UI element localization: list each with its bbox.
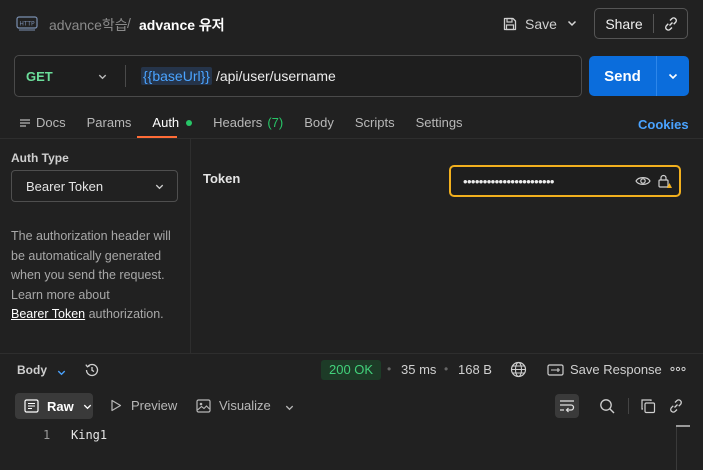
url-path: /api/user/username [215, 68, 336, 84]
visualize-label: Visualize [219, 398, 271, 413]
url-divider [125, 65, 126, 87]
auth-type-label: Auth Type [11, 151, 69, 165]
chevron-down-icon[interactable] [97, 71, 108, 82]
request-tabs: Docs Params Auth Headers (7) Body Script… [19, 115, 484, 130]
auth-type-select[interactable]: Bearer Token [11, 170, 178, 202]
tab-settings[interactable]: Settings [416, 115, 463, 130]
bearer-token-link[interactable]: Bearer Token [11, 307, 85, 321]
auth-description: The authorization header will be automat… [11, 227, 186, 325]
tab-auth-label: Auth [152, 115, 180, 130]
send-options-chevron-icon[interactable] [657, 70, 689, 82]
status-badge[interactable]: 200 OK [321, 360, 382, 380]
raw-label: Raw [47, 398, 74, 414]
history-icon[interactable] [84, 362, 100, 378]
tab-body-label: Body [304, 115, 334, 130]
copy-icon[interactable] [640, 398, 656, 414]
line-number: 1 [43, 428, 51, 442]
lock-warning-icon[interactable] [658, 173, 672, 189]
separator-dot: • [387, 362, 392, 376]
breadcrumb-separator: / [127, 15, 131, 31]
token-input[interactable]: ••••••••••••••••••••••• [449, 165, 681, 197]
chevron-down-icon [155, 184, 164, 189]
tab-body[interactable]: Body [304, 115, 334, 130]
tab-headers-label: Headers [213, 115, 263, 130]
chevron-down-icon[interactable] [56, 367, 67, 378]
globe-icon[interactable] [510, 361, 527, 378]
response-size[interactable]: 168 B [458, 362, 492, 377]
http-method-select[interactable]: GET [26, 69, 53, 84]
url-variable[interactable]: {{baseUrl}} [141, 67, 212, 85]
more-options-icon[interactable] [670, 362, 686, 376]
send-button-group: Send [589, 56, 689, 96]
separator-dot: • [444, 362, 449, 376]
save-button[interactable]: Save [502, 12, 557, 36]
visualize-button[interactable]: Visualize [196, 398, 271, 413]
copy-link-icon[interactable] [654, 16, 687, 32]
save-icon [503, 17, 517, 31]
tab-docs[interactable]: Docs [19, 115, 66, 130]
wrap-lines-icon [560, 400, 575, 413]
preview-button[interactable]: Preview [110, 398, 177, 413]
http-request-icon: HTTP [16, 14, 38, 32]
tabs-divider [0, 138, 703, 139]
chevron-down-icon [83, 404, 91, 409]
save-options-chevron-icon[interactable] [566, 17, 578, 29]
headers-count-badge: (7) [267, 115, 284, 130]
response-time[interactable]: 35 ms [401, 362, 436, 377]
tab-scripts-label: Scripts [354, 115, 395, 130]
raw-view-button[interactable]: Raw [15, 393, 93, 419]
tab-params-label: Params [86, 115, 132, 130]
response-divider [0, 353, 703, 354]
auth-active-dot [186, 119, 193, 126]
scrollbar-marker [676, 425, 690, 427]
save-response-button[interactable]: Save Response [570, 362, 662, 377]
search-icon[interactable] [599, 398, 615, 414]
share-button[interactable]: Share [595, 16, 653, 32]
tab-settings-label: Settings [415, 115, 463, 130]
share-group: Share [594, 8, 688, 39]
docs-icon [20, 118, 30, 127]
request-title[interactable]: advance 유저 [139, 15, 225, 35]
url-input[interactable]: {{baseUrl}} /api/user/username [141, 67, 336, 85]
auth-panel-divider [190, 139, 191, 353]
save-response-icon[interactable] [547, 362, 564, 377]
tab-auth[interactable]: Auth [152, 115, 193, 130]
chevron-down-icon[interactable] [284, 402, 295, 413]
tab-headers[interactable]: Headers (7) [213, 115, 283, 130]
play-icon [111, 399, 122, 412]
response-body-label[interactable]: Body [17, 363, 47, 377]
breadcrumb-collection[interactable]: advance학습 [49, 15, 128, 35]
response-body-line[interactable]: King1 [71, 428, 107, 442]
tab-docs-label: Docs [36, 115, 66, 130]
save-label: Save [525, 16, 557, 32]
raw-icon [24, 399, 39, 413]
cookies-link[interactable]: Cookies [638, 117, 689, 132]
auth-description-text: The authorization header will be automat… [11, 229, 171, 302]
send-button[interactable]: Send [589, 68, 656, 85]
svg-text:HTTP: HTTP [19, 21, 35, 28]
scrollbar-track[interactable] [676, 425, 677, 470]
tab-params[interactable]: Params [87, 115, 132, 130]
eye-icon[interactable] [635, 175, 651, 187]
wrap-lines-button[interactable] [555, 394, 579, 418]
image-icon [196, 398, 211, 413]
toolbar-divider [628, 398, 629, 414]
token-label: Token [203, 171, 241, 186]
token-masked-value: ••••••••••••••••••••••• [463, 173, 554, 189]
tab-scripts[interactable]: Scripts [355, 115, 395, 130]
preview-label: Preview [131, 398, 178, 413]
auth-type-value: Bearer Token [26, 178, 104, 194]
auth-description-suffix: authorization. [85, 307, 164, 321]
link-icon[interactable] [668, 398, 684, 414]
